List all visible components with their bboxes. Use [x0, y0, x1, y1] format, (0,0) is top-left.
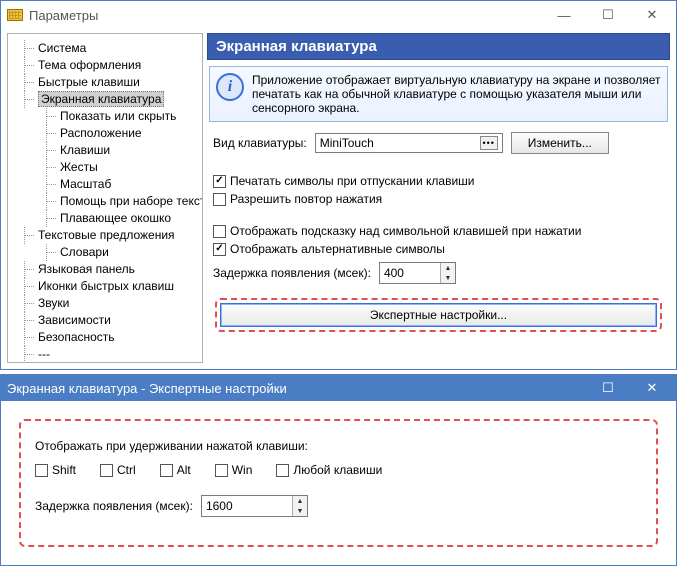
allow-repeat-checkbox[interactable]: Разрешить повтор нажатия: [213, 192, 664, 206]
checkbox-icon: [35, 464, 48, 477]
info-text: Приложение отображает виртуальную клавиа…: [252, 73, 661, 115]
expert-options-highlight: Отображать при удерживании нажатой клави…: [19, 419, 658, 547]
tree-item[interactable]: Текстовые предложения: [10, 227, 200, 244]
info-icon: i: [216, 73, 244, 101]
expert-delay-value: 1600: [202, 496, 292, 516]
tree-item-label: Быстрые клавиши: [38, 75, 140, 89]
tree-item[interactable]: Иконки быстрых клавиш: [10, 278, 200, 295]
tree-item-label: Языковая панель: [38, 262, 135, 276]
panel-header: Экранная клавиатура: [207, 33, 670, 60]
alt-checkbox[interactable]: Alt: [160, 463, 191, 477]
checkbox-icon: [276, 464, 289, 477]
expert-titlebar[interactable]: Экранная клавиатура - Экспертные настрой…: [1, 375, 676, 401]
spinner-down-icon[interactable]: ▼: [441, 273, 455, 283]
tree-item[interactable]: Плавающее окошко: [10, 210, 200, 227]
window-title: Параметры: [29, 8, 98, 23]
tree-item[interactable]: Языковая панель: [10, 261, 200, 278]
settings-panel: Экранная клавиатура i Приложение отображ…: [207, 33, 670, 363]
tree-item[interactable]: Экранная клавиатура: [10, 91, 200, 108]
tree-item[interactable]: Помощь при наборе текста: [10, 193, 200, 210]
titlebar[interactable]: Параметры — ☐ ✕: [1, 1, 676, 29]
info-box: i Приложение отображает виртуальную клав…: [209, 66, 668, 122]
tree-item[interactable]: Жесты: [10, 159, 200, 176]
tree-item-label: Звуки: [38, 296, 69, 310]
maximize-button[interactable]: ☐: [586, 2, 630, 28]
tree-item-label: Клавиши: [60, 143, 110, 157]
tree-item[interactable]: Расположение: [10, 125, 200, 142]
keyboard-type-label: Вид клавиатуры:: [213, 136, 307, 150]
tree-item-label: ---: [38, 347, 50, 361]
tree-item[interactable]: Зависимости: [10, 312, 200, 329]
tree-item-label: Жесты: [60, 160, 98, 174]
checkbox-icon: [213, 225, 226, 238]
tree-item-label: Тема оформления: [38, 58, 141, 72]
tree-item-label: Зависимости: [38, 313, 111, 327]
spinner-up-icon[interactable]: ▲: [441, 263, 455, 273]
tree-item[interactable]: ---: [10, 346, 200, 363]
browse-button[interactable]: •••: [480, 136, 498, 150]
tree-item-label: Текстовые предложения: [38, 228, 175, 242]
any-key-checkbox[interactable]: Любой клавиши: [276, 463, 382, 477]
tree-item[interactable]: Словари: [10, 244, 200, 261]
shift-checkbox[interactable]: Shift: [35, 463, 76, 477]
tree-item-label: Помощь при наборе текста: [60, 194, 203, 208]
tree-item[interactable]: Клавиши: [10, 142, 200, 159]
spinner-up-icon[interactable]: ▲: [293, 496, 307, 506]
keyboard-type-field[interactable]: MiniTouch •••: [315, 133, 503, 153]
show-hint-checkbox[interactable]: Отображать подсказку над символьной клав…: [213, 224, 664, 238]
tree-item-label: Масштаб: [60, 177, 111, 191]
expert-window-title: Экранная клавиатура - Экспертные настрой…: [7, 381, 287, 396]
tree-item[interactable]: Безопасность: [10, 329, 200, 346]
win-checkbox[interactable]: Win: [215, 463, 253, 477]
expert-button-highlight: Экспертные настройки...: [215, 298, 662, 332]
tree-item[interactable]: Звуки: [10, 295, 200, 312]
tree-item-label: Безопасность: [38, 330, 115, 344]
expert-settings-button[interactable]: Экспертные настройки...: [220, 303, 657, 327]
delay-label: Задержка появления (мсек):: [213, 266, 371, 280]
nav-tree[interactable]: Система Тема оформления Быстрые клавиши Экр…: [7, 33, 203, 363]
checkbox-icon: [215, 464, 228, 477]
tree-item-label: Словари: [60, 245, 109, 259]
close-button[interactable]: ✕: [630, 2, 674, 28]
checkbox-icon: [160, 464, 173, 477]
maximize-button[interactable]: ☐: [586, 376, 630, 400]
keyboard-icon: [7, 9, 23, 21]
checkbox-icon: [213, 175, 226, 188]
hold-label: Отображать при удерживании нажатой клави…: [35, 439, 642, 453]
checkbox-icon: [213, 193, 226, 206]
expert-delay-label: Задержка появления (мсек):: [35, 499, 193, 513]
expert-window: Экранная клавиатура - Экспертные настрой…: [0, 374, 677, 566]
tree-item[interactable]: Тема оформления: [10, 57, 200, 74]
checkbox-icon: [213, 243, 226, 256]
tree-item[interactable]: Система: [10, 40, 200, 57]
tree-item-label: Расположение: [60, 126, 142, 140]
show-alt-symbols-checkbox[interactable]: Отображать альтернативные символы: [213, 242, 664, 256]
delay-value: 400: [380, 263, 440, 283]
print-on-release-checkbox[interactable]: Печатать символы при отпускании клавиши: [213, 174, 664, 188]
close-button[interactable]: ✕: [630, 376, 674, 400]
tree-item-label: Экранная клавиатура: [38, 91, 164, 107]
tree-item[interactable]: Быстрые клавиши: [10, 74, 200, 91]
minimize-button[interactable]: —: [542, 2, 586, 28]
ctrl-checkbox[interactable]: Ctrl: [100, 463, 136, 477]
keyboard-type-value: MiniTouch: [320, 136, 374, 150]
spinner-down-icon[interactable]: ▼: [293, 506, 307, 516]
tree-item[interactable]: Масштаб: [10, 176, 200, 193]
main-window: Параметры — ☐ ✕ Система Тема оформления Бы…: [0, 0, 677, 370]
delay-spinner[interactable]: 400 ▲ ▼: [379, 262, 456, 284]
tree-item-label: Иконки быстрых клавиш: [38, 279, 174, 293]
checkbox-icon: [100, 464, 113, 477]
tree-item-label: Плавающее окошко: [60, 211, 171, 225]
tree-item[interactable]: Показать или скрыть: [10, 108, 200, 125]
tree-item-label: Система: [38, 41, 86, 55]
change-button[interactable]: Изменить...: [511, 132, 609, 154]
tree-item-label: Показать или скрыть: [60, 109, 176, 123]
expert-delay-spinner[interactable]: 1600 ▲ ▼: [201, 495, 308, 517]
